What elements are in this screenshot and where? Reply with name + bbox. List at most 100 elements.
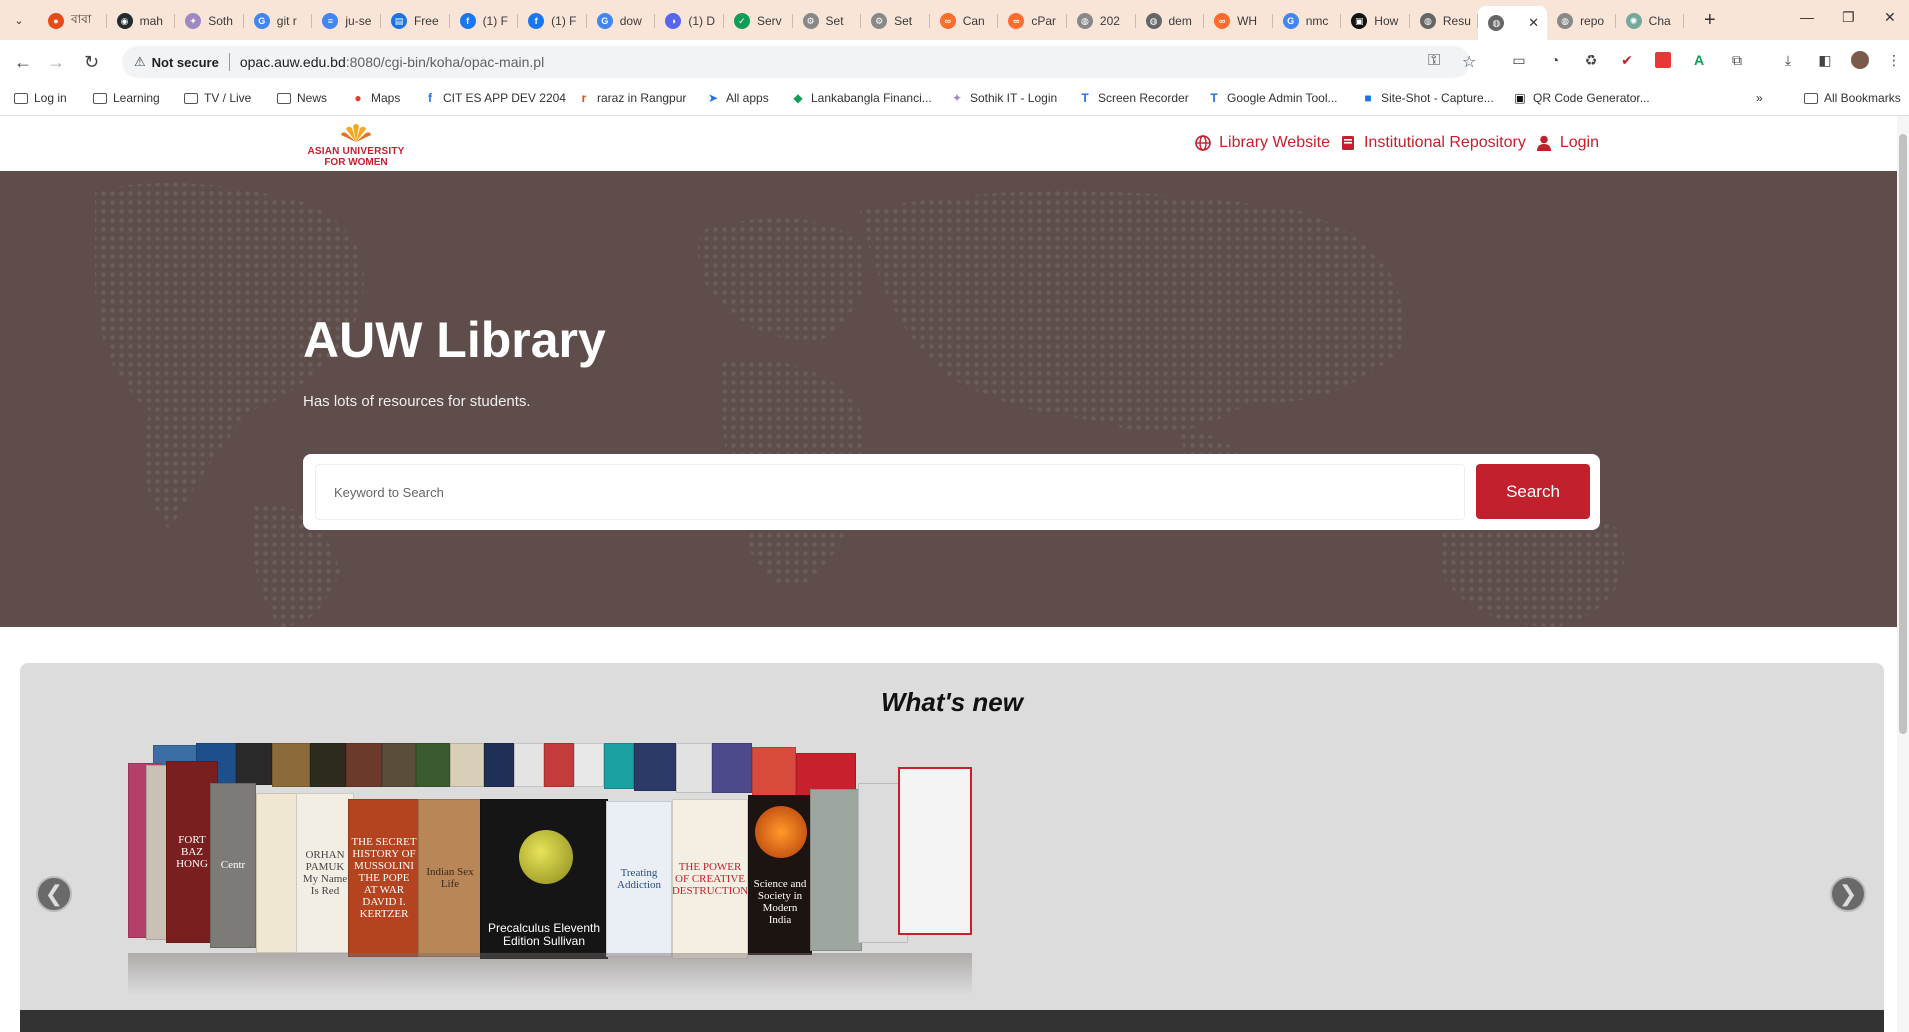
side-panel-icon[interactable]: ◧ xyxy=(1815,50,1835,70)
bookmark-item[interactable]: f CIT ES APP DEV 2204 xyxy=(423,91,566,105)
book-cover[interactable]: THE SECRET HISTORY OF MUSSOLINI THE POPE… xyxy=(348,799,420,957)
book-cover[interactable] xyxy=(416,743,450,787)
browser-tab[interactable]: ◍ Resu xyxy=(1410,6,1479,36)
browser-tab[interactable]: ⚙ Set xyxy=(861,6,930,36)
university-logo[interactable]: ASIAN UNIVERSITY FOR WOMEN xyxy=(302,122,410,168)
extensions-puzzle-icon[interactable]: ⧉ xyxy=(1727,50,1747,70)
all-bookmarks[interactable]: All Bookmarks xyxy=(1804,91,1901,105)
keyword-search-input[interactable] xyxy=(315,464,1465,520)
book-cover[interactable] xyxy=(712,743,752,793)
book-cover[interactable]: Precalculus Eleventh Edition Sullivan xyxy=(480,799,608,959)
browser-tab[interactable]: ✓ Serv xyxy=(724,6,793,36)
book-cover[interactable]: ORHAN PAMUK My Name Is Red xyxy=(296,793,354,953)
bookmark-item[interactable]: News xyxy=(277,91,327,105)
bookmark-item[interactable]: ● Maps xyxy=(351,91,400,105)
bookmark-item[interactable]: TV / Live xyxy=(184,91,251,105)
browser-tab[interactable]: ✺ Cha xyxy=(1616,6,1685,36)
minimize-icon[interactable]: — xyxy=(1800,9,1814,25)
book-cover[interactable] xyxy=(752,747,796,797)
profile-avatar[interactable] xyxy=(1851,51,1869,69)
browser-tab[interactable]: ✦ Soth xyxy=(175,6,244,36)
carousel-prev-button[interactable]: ❮ xyxy=(36,876,72,912)
bookmark-item[interactable]: T Screen Recorder xyxy=(1078,91,1188,105)
page-scrollbar[interactable] xyxy=(1897,116,1909,1032)
browser-tab[interactable]: ◉ mah xyxy=(107,6,176,36)
warning-icon[interactable]: ⚠ xyxy=(134,54,146,70)
bookmark-star-icon[interactable]: ☆ xyxy=(1462,52,1476,72)
book-cover[interactable]: Indian Sex Life xyxy=(418,799,482,957)
browser-tab[interactable]: ◍ repo xyxy=(1547,6,1616,36)
scrollbar-thumb[interactable] xyxy=(1899,134,1907,734)
bookmark-item[interactable]: ◆ Lankabangla Financi... xyxy=(791,91,931,105)
book-cover[interactable] xyxy=(450,743,484,787)
reload-icon[interactable]: ↻ xyxy=(84,52,99,73)
book-cover[interactable] xyxy=(514,743,544,787)
not-secure-label[interactable]: Not secure xyxy=(152,55,219,70)
browser-tab[interactable]: ◍ dem xyxy=(1136,6,1205,36)
key-icon[interactable]: ⚿ xyxy=(1428,52,1440,70)
browser-tab[interactable]: ∞ cPar xyxy=(998,6,1067,36)
restore-icon[interactable]: ❐ xyxy=(1842,9,1855,26)
book-cover[interactable] xyxy=(484,743,514,787)
bookmark-item[interactable]: Log in xyxy=(14,91,67,105)
close-tab-icon[interactable]: ✕ xyxy=(1528,15,1539,31)
login-link[interactable]: Login xyxy=(1536,134,1599,152)
book-cover[interactable] xyxy=(574,743,604,787)
browser-tab[interactable]: Gdow xyxy=(587,6,656,36)
book-cover[interactable] xyxy=(810,789,862,951)
browser-tab[interactable]: ◑ (1) D xyxy=(655,6,724,36)
more-bookmarks-icon[interactable]: » xyxy=(1756,91,1763,105)
browser-tab[interactable]: ≡ ju-se xyxy=(312,6,381,36)
carousel-next-button[interactable]: ❯ xyxy=(1830,876,1866,912)
book-cover-carousel[interactable]: FORT BAZ HONG Centr ORHAN PAMUK My Name Is… xyxy=(128,743,972,959)
book-cover[interactable]: Treating Addiction xyxy=(606,801,672,957)
tab-search-icon[interactable]: ⌄ xyxy=(8,9,30,31)
forward-icon[interactable]: → xyxy=(47,52,65,73)
bookmark-item[interactable]: ➤ All apps xyxy=(706,91,769,105)
bookmark-item[interactable]: r raraz in Rangpur xyxy=(577,91,687,105)
book-cover[interactable] xyxy=(310,743,346,787)
browser-tab[interactable]: ◍ 202 xyxy=(1067,6,1136,36)
book-cover[interactable]: THE POWER OF CREATIVE DESTRUCTION xyxy=(672,799,748,959)
book-cover[interactable] xyxy=(604,743,634,789)
bookmark-item[interactable]: Learning xyxy=(93,91,160,105)
grammar-extension-icon[interactable]: A xyxy=(1689,50,1709,70)
book-cover[interactable] xyxy=(634,743,676,791)
bookmark-item[interactable]: ▣ QR Code Generator... xyxy=(1513,91,1649,105)
book-cover[interactable] xyxy=(544,743,574,787)
book-cover[interactable]: Science and Society in Modern India xyxy=(748,795,812,955)
browser-tab[interactable]: ∞ Can xyxy=(930,6,999,36)
book-cover[interactable] xyxy=(346,743,382,787)
library-website-link[interactable]: Library Website xyxy=(1195,134,1330,152)
book-cover[interactable] xyxy=(898,767,972,935)
book-cover[interactable] xyxy=(272,743,310,787)
cast-icon[interactable]: ▭ xyxy=(1509,50,1529,70)
browser-tab[interactable]: ▣ How xyxy=(1341,6,1410,36)
browser-tab[interactable]: ● বাবা xyxy=(38,6,107,36)
browser-tab[interactable]: ◍ ✕ xyxy=(1478,6,1548,40)
browser-tab[interactable]: ∞ WH xyxy=(1204,6,1273,36)
institutional-repository-link[interactable]: Institutional Repository xyxy=(1340,134,1526,152)
browser-tab[interactable]: Gnmc xyxy=(1273,6,1342,36)
browser-tab[interactable]: ▤ Free xyxy=(381,6,450,36)
bookmark-item[interactable]: ✦ Sothik IT - Login xyxy=(950,91,1057,105)
browser-tab[interactable]: ⚙ Set xyxy=(793,6,862,36)
todoist-extension-icon[interactable]: ✔ xyxy=(1617,50,1637,70)
back-icon[interactable]: ← xyxy=(14,52,32,73)
book-cover[interactable] xyxy=(382,743,416,787)
browser-tab[interactable]: f (1) F xyxy=(518,6,587,36)
book-cover[interactable] xyxy=(236,743,272,785)
recycle-extension-icon[interactable]: ♻ xyxy=(1581,50,1601,70)
browser-tab[interactable]: f (1) F xyxy=(450,6,519,36)
performance-icon[interactable]: ◔ xyxy=(1545,50,1565,70)
new-tab-button[interactable]: + xyxy=(1704,9,1716,32)
address-bar[interactable]: ⚠ Not secure opac.auw.edu.bd:8080/cgi-bi… xyxy=(122,46,1476,78)
download-icon[interactable]: ⤓ xyxy=(1778,50,1798,70)
book-cover[interactable] xyxy=(676,743,712,793)
close-window-icon[interactable]: ✕ xyxy=(1884,9,1896,26)
search-button[interactable]: Search xyxy=(1476,464,1590,519)
url-text[interactable]: opac.auw.edu.bd:8080/cgi-bin/koha/opac-m… xyxy=(240,54,544,70)
bookmark-item[interactable]: ■ Site-Shot - Capture... xyxy=(1361,91,1493,105)
menu-kebab-icon[interactable]: ⋮ xyxy=(1884,50,1904,70)
bookmark-item[interactable]: T Google Admin Tool... xyxy=(1207,91,1337,105)
